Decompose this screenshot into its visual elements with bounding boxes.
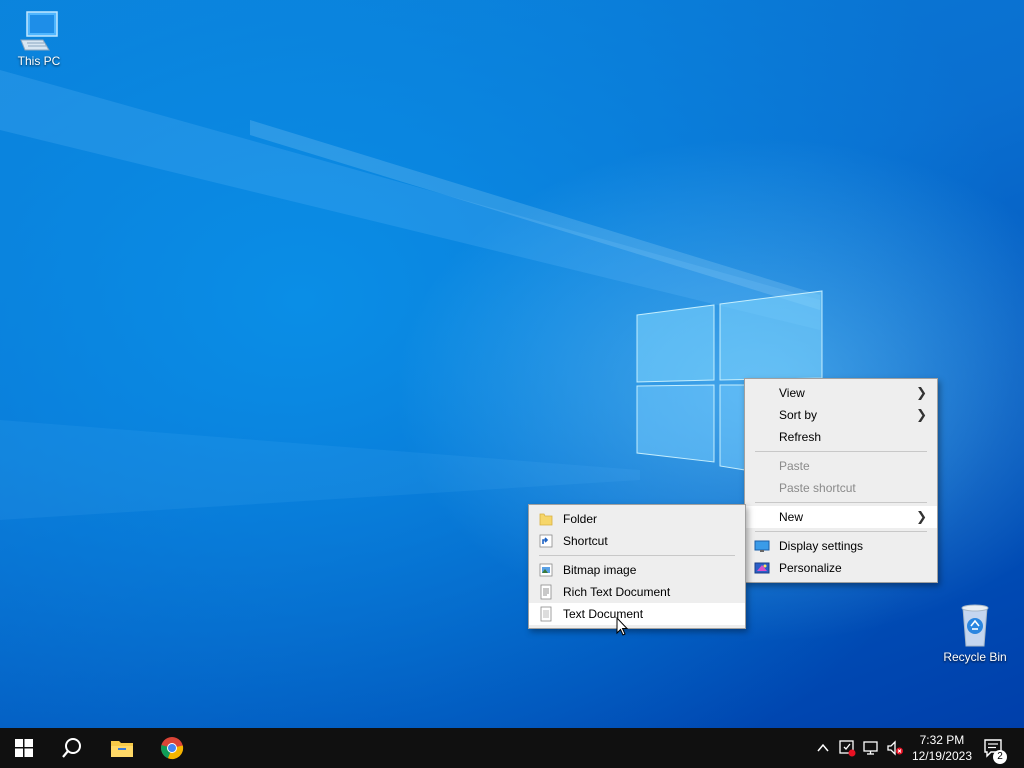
network-icon[interactable] <box>862 739 880 757</box>
chevron-right-icon: ❯ <box>916 407 927 422</box>
menu-item-view[interactable]: View ❯ <box>745 382 937 404</box>
search-icon <box>62 738 81 758</box>
wallpaper-light <box>0 70 823 520</box>
menu-item-paste[interactable]: Paste <box>745 455 937 477</box>
file-explorer-icon <box>111 741 133 757</box>
taskbar-file-explorer[interactable] <box>98 728 146 768</box>
display-icon <box>754 540 770 552</box>
chevron-right-icon: ❯ <box>916 385 927 400</box>
menu-separator <box>755 531 927 532</box>
recycle-bin-icon <box>961 604 989 647</box>
menu-item-sort-by[interactable]: Sort by ❯ <box>745 404 937 426</box>
menu-item-label: View <box>779 386 805 400</box>
new-submenu: Folder Shortcut Bitmap image Rich Text D… <box>528 504 746 629</box>
windows-logo-icon <box>15 739 33 757</box>
clock-time: 7:32 PM <box>919 733 965 747</box>
desktop-icon-label: Recycle Bin <box>943 650 1007 664</box>
security-alert-icon[interactable] <box>838 739 856 757</box>
desktop-icon-recycle-bin[interactable]: Recycle Bin <box>940 602 1010 664</box>
volume-muted-icon[interactable] <box>886 739 904 757</box>
bitmap-image-icon <box>539 563 553 577</box>
menu-item-label: Bitmap image <box>563 563 637 577</box>
chevron-up-icon[interactable] <box>814 739 832 757</box>
text-document-icon <box>540 606 552 622</box>
menu-separator <box>755 502 927 503</box>
menu-item-personalize[interactable]: Personalize <box>745 557 937 579</box>
submenu-item-folder[interactable]: Folder <box>529 508 745 530</box>
taskbar-chrome[interactable] <box>148 728 196 768</box>
menu-item-label: Text Document <box>563 607 644 621</box>
menu-item-paste-shortcut[interactable]: Paste shortcut <box>745 477 937 499</box>
clock-date: 12/19/2023 <box>911 749 972 763</box>
submenu-item-text-document[interactable]: Text Document <box>529 603 745 625</box>
menu-item-display-settings[interactable]: Display settings <box>745 535 937 557</box>
chevron-right-icon: ❯ <box>916 509 927 524</box>
submenu-item-bitmap-image[interactable]: Bitmap image <box>529 559 745 581</box>
menu-item-label: Folder <box>563 512 598 526</box>
menu-separator <box>755 451 927 452</box>
mouse-cursor-icon <box>616 617 629 636</box>
start-button[interactable] <box>0 728 48 768</box>
chrome-icon <box>161 737 184 760</box>
personalize-icon <box>754 562 770 574</box>
notification-count-badge: 2 <box>993 750 1007 764</box>
clock[interactable]: 7:32 PM 12/19/2023 <box>912 732 972 764</box>
folder-icon <box>539 513 553 526</box>
menu-item-label: Sort by <box>779 408 818 422</box>
menu-item-label: Shortcut <box>563 534 608 548</box>
desktop-icon-this-pc[interactable]: This PC <box>4 10 74 68</box>
computer-icon <box>20 11 58 51</box>
desktop-icon-label: This PC <box>17 54 61 68</box>
rich-text-document-icon <box>540 584 552 600</box>
menu-item-label: Paste shortcut <box>779 481 856 495</box>
menu-item-label: Display settings <box>779 539 864 553</box>
menu-item-label: Refresh <box>779 430 822 444</box>
menu-item-label: Rich Text Document <box>563 585 671 599</box>
shortcut-icon <box>539 534 553 548</box>
search-button[interactable] <box>48 728 96 768</box>
menu-item-label: Personalize <box>779 561 842 575</box>
submenu-item-rich-text-document[interactable]: Rich Text Document <box>529 581 745 603</box>
desktop-context-menu: View ❯ Sort by ❯ Refresh Paste Paste sho… <box>744 378 938 583</box>
taskbar: 7:32 PM 12/19/2023 <box>0 728 1024 768</box>
menu-separator <box>539 555 735 556</box>
menu-item-label: Paste <box>779 459 810 473</box>
menu-item-new[interactable]: New ❯ <box>745 506 937 528</box>
menu-item-refresh[interactable]: Refresh <box>745 426 937 448</box>
submenu-item-shortcut[interactable]: Shortcut <box>529 530 745 552</box>
menu-item-label: New <box>779 510 804 524</box>
